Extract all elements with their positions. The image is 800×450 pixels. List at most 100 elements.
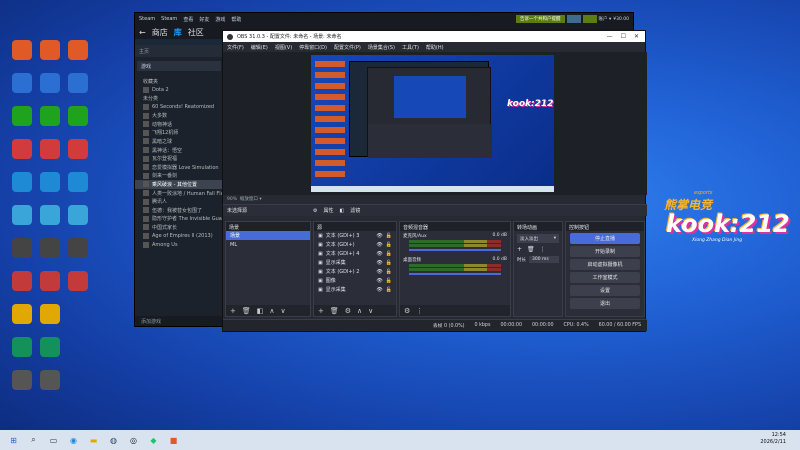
section-uncategorized[interactable]: 未分类	[135, 94, 223, 103]
obs-menu-item[interactable]: 帮助(H)	[426, 44, 444, 51]
zoom-label[interactable]: 缩放窗口 ▾	[240, 197, 262, 202]
obs-menu-item[interactable]: 编辑(E)	[251, 44, 268, 51]
lock-icon[interactable]: 🔓	[386, 278, 392, 284]
steam-menu-0[interactable]: Steam	[161, 16, 177, 22]
control-button[interactable]: 退出	[570, 298, 640, 309]
game-list-item[interactable]: Dota 2	[135, 86, 223, 95]
up-icon[interactable]: ∧	[269, 307, 274, 315]
steam-home[interactable]: 主页	[135, 45, 223, 57]
obs-preview[interactable]: kook:212	[223, 52, 647, 195]
app-icon[interactable]: ■	[167, 434, 180, 447]
notification-icon[interactable]	[582, 15, 597, 23]
properties-button[interactable]: 属性	[323, 207, 333, 214]
section-favorites[interactable]: 收藏夹	[135, 77, 223, 86]
add-icon[interactable]: +	[318, 307, 324, 315]
desktop-icon[interactable]	[60, 106, 96, 126]
game-list-item[interactable]: 腾讯人	[135, 197, 223, 206]
game-list-item[interactable]: 人类一败涂地 / Human Fall Flat	[135, 189, 223, 198]
volume-slider[interactable]	[409, 273, 501, 275]
volume-slider[interactable]	[409, 249, 501, 251]
source-item[interactable]: ▣ 文本 (GDI+) 3 👁 🔓	[314, 231, 396, 240]
add-icon[interactable]: +	[517, 246, 522, 253]
menu-icon[interactable]: ⋮	[540, 246, 546, 253]
up-icon[interactable]: ∧	[357, 307, 362, 315]
steam-upgrade-button[interactable]: 告诉一个共和户提醒	[516, 15, 565, 23]
minimize-icon[interactable]: —	[607, 33, 613, 40]
lock-icon[interactable]: 🔓	[386, 251, 392, 257]
desktop-icon[interactable]	[32, 337, 68, 357]
eye-icon[interactable]: 👁	[376, 233, 382, 239]
eye-icon[interactable]: 👁	[376, 242, 382, 248]
control-button[interactable]: 设置	[570, 285, 640, 296]
system-clock[interactable]: 12:54 2026/2/11	[760, 432, 786, 446]
game-list-item[interactable]: 剑来一番剑	[135, 172, 223, 181]
steam-icon[interactable]: ◍	[107, 434, 120, 447]
obs-icon[interactable]: ◎	[127, 434, 140, 447]
settings-icon[interactable]: ⚙	[404, 307, 410, 315]
source-item[interactable]: ▣ 显示采集 👁 🔓	[314, 285, 396, 294]
transition-select[interactable]: 淡入淡出 ▾	[517, 234, 559, 243]
broadcast-icon[interactable]	[566, 15, 581, 23]
nav-library[interactable]: 库	[174, 27, 182, 38]
filter-icon[interactable]: ◧	[340, 208, 345, 214]
source-item[interactable]: ▣ 图像 👁 🔓	[314, 276, 396, 285]
eye-icon[interactable]: 👁	[376, 251, 382, 257]
edge-icon[interactable]: ◉	[67, 434, 80, 447]
duration-input[interactable]: 300 ms	[529, 256, 559, 263]
obs-window[interactable]: OBS 31.0.3 - 配置文件: 未命名 - 场景: 未命名 — ☐ ✕ 文…	[222, 30, 647, 332]
obs-menu-item[interactable]: 文件(F)	[227, 44, 244, 51]
add-game-button[interactable]: 添加游戏	[135, 316, 223, 326]
game-list-item[interactable]: 黑暗之球	[135, 137, 223, 146]
game-list-item[interactable]: 伍德：我被替女包围了	[135, 206, 223, 215]
nav-community[interactable]: 社区	[188, 27, 204, 38]
control-button[interactable]: 工作室模式	[570, 272, 640, 283]
zoom-indicator[interactable]: 90% 缩放窗口 ▾	[227, 196, 262, 202]
lock-icon[interactable]: 🔓	[386, 242, 392, 248]
game-list-item[interactable]: Age of Empires II (2013)	[135, 232, 223, 241]
obs-menu-item[interactable]: 配置文件(P)	[334, 44, 361, 51]
kook-icon[interactable]: ◆	[147, 434, 160, 447]
control-button[interactable]: 启动虚拟摄像机	[570, 259, 640, 270]
eye-icon[interactable]: 👁	[376, 260, 382, 266]
steam-menu-3[interactable]: 游戏	[215, 16, 225, 23]
obs-menu-item[interactable]: 场景集合(S)	[368, 44, 395, 51]
source-item[interactable]: ▣ 文本 (GDI+) 👁 🔓	[314, 240, 396, 249]
desktop-icon[interactable]	[60, 73, 96, 93]
filter-icon[interactable]: ◧	[257, 307, 264, 315]
explorer-icon[interactable]: ▬	[87, 434, 100, 447]
down-icon[interactable]: ∨	[368, 307, 373, 315]
trash-icon[interactable]: 🗑	[330, 307, 339, 315]
eye-icon[interactable]: 👁	[376, 278, 382, 284]
desktop-icon[interactable]	[60, 238, 96, 258]
source-item[interactable]: ▣ 文本 (GDI+) 2 👁 🔓	[314, 267, 396, 276]
source-item[interactable]: ▣ 文本 (GDI+) 4 👁 🔓	[314, 249, 396, 258]
lock-icon[interactable]: 🔓	[386, 260, 392, 266]
lock-icon[interactable]: 🔓	[386, 269, 392, 275]
gear-icon[interactable]: ⚙	[313, 208, 317, 214]
obs-menu-item[interactable]: 停靠窗口(D)	[299, 44, 327, 51]
gear-icon[interactable]: ⚙	[345, 307, 351, 315]
game-list-item[interactable]: 大多数	[135, 111, 223, 120]
desktop-icon[interactable]	[32, 370, 68, 390]
desktop-icon[interactable]	[60, 271, 96, 291]
down-icon[interactable]: ∨	[281, 307, 286, 315]
control-button[interactable]: 开始录制	[570, 246, 640, 257]
game-list-item[interactable]: 动物神话	[135, 120, 223, 129]
windows-start-icon[interactable]: ⊞	[7, 434, 20, 447]
desktop-icon[interactable]	[60, 205, 96, 225]
source-item[interactable]: ▣ 显示采集 👁 🔓	[314, 258, 396, 267]
game-list-item[interactable]: 隐形守护者 The Invisible Guardian	[135, 215, 223, 224]
menu-icon[interactable]: ⋮	[416, 307, 423, 315]
trash-icon[interactable]: 🗑	[527, 246, 535, 253]
desktop-icon[interactable]	[60, 139, 96, 159]
search-icon[interactable]: ⌕	[27, 434, 40, 447]
obs-menu-item[interactable]: 视图(V)	[275, 44, 292, 51]
filters-button[interactable]: 滤镜	[350, 207, 360, 214]
desktop-icon[interactable]	[60, 40, 96, 60]
maximize-icon[interactable]: ☐	[621, 33, 626, 40]
game-list-item[interactable]: 瓦尔登祝福	[135, 154, 223, 163]
game-list-item[interactable]: 飞翔12机师	[135, 129, 223, 138]
eye-icon[interactable]: 👁	[376, 269, 382, 275]
eye-icon[interactable]: 👁	[376, 287, 382, 293]
taskview-icon[interactable]: ▭	[47, 434, 60, 447]
